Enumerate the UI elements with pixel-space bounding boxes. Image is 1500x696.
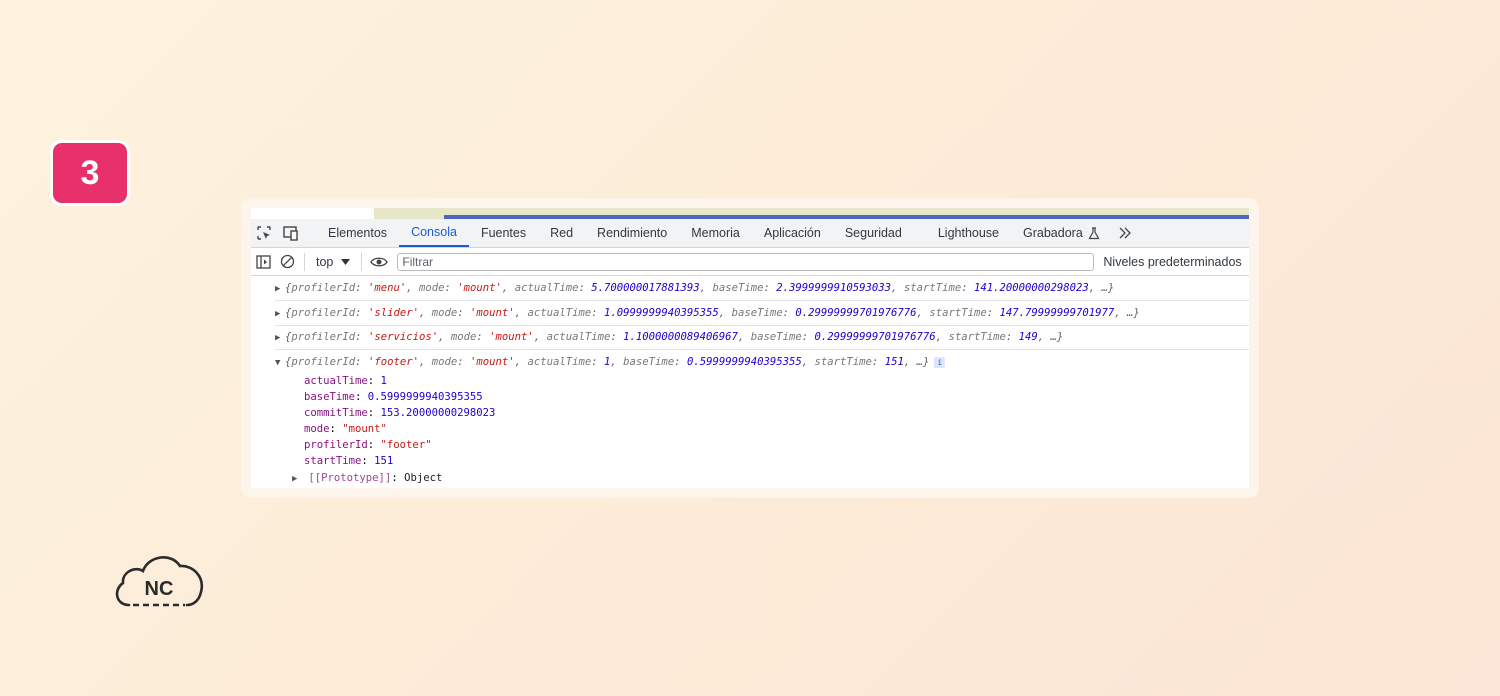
log-value: 1.0999999940395355 xyxy=(603,307,719,319)
sidebar-toggle-icon[interactable] xyxy=(251,248,275,275)
object-property: startTime: 151 xyxy=(304,455,394,467)
log-entry[interactable]: ▶ {profilerId: 'slider', mode: 'mount', a… xyxy=(275,301,1249,326)
info-icon[interactable]: i xyxy=(934,356,946,368)
dropdown-arrow-icon xyxy=(341,258,351,265)
object-property: commitTime: 153.20000000298023 xyxy=(304,407,496,419)
tab-memoria[interactable]: Memoria xyxy=(679,219,752,247)
log-value: 2.3999999910593033 xyxy=(776,282,892,294)
collapse-arrow-icon[interactable]: ▼ xyxy=(275,351,285,374)
log-value: 0.5999999940395355 xyxy=(686,356,802,368)
object-property: baseTime: 0.5999999940395355 xyxy=(304,391,483,403)
log-levels-dropdown[interactable]: Niveles predeterminados xyxy=(1103,255,1241,269)
toolbar-divider xyxy=(304,252,305,271)
log-value: 1.1000000089406967 xyxy=(623,331,738,343)
log-value: 'servicios' xyxy=(367,331,439,343)
log-entry-expanded[interactable]: ▼ {profilerId: 'footer', mode: 'mount', a… xyxy=(275,350,1249,374)
log-value: 1 xyxy=(603,356,611,368)
log-value: 5.700000017881393 xyxy=(591,282,700,294)
log-entry[interactable]: ▶ {profilerId: 'menu', mode: 'mount', act… xyxy=(275,276,1249,301)
nc-cloud-logo: NC xyxy=(113,552,205,610)
devtools-tabbar: Elementos Consola Fuentes Red Rendimient… xyxy=(251,219,1249,248)
log-value: 'menu' xyxy=(367,282,407,294)
filter-input[interactable] xyxy=(397,252,1095,271)
tab-consola[interactable]: Consola xyxy=(399,219,469,247)
toolbar-divider xyxy=(361,252,363,271)
object-property: mode: "mount" xyxy=(304,423,387,435)
log-value: 'mount' xyxy=(470,307,515,319)
log-value: 'footer' xyxy=(367,356,419,368)
context-value: top xyxy=(316,254,334,269)
console-output: ▶ {profilerId: 'menu', mode: 'mount', act… xyxy=(251,276,1249,488)
log-value: 0.29999999701976776 xyxy=(814,331,936,343)
inspect-element-icon[interactable] xyxy=(251,219,277,247)
console-toolbar: top Niveles predeterminados xyxy=(251,248,1249,276)
flask-icon xyxy=(1088,226,1100,239)
expand-arrow-icon[interactable]: ▶ xyxy=(275,326,285,349)
object-property: actualTime: 1 xyxy=(304,375,387,387)
log-value: 'mount' xyxy=(489,331,534,343)
log-value: 'mount' xyxy=(470,356,515,368)
expand-arrow-icon[interactable]: ▶ xyxy=(275,277,285,300)
expand-arrow-icon[interactable]: ▶ xyxy=(275,302,285,325)
tab-fuentes[interactable]: Fuentes xyxy=(469,219,538,247)
log-value: 'slider' xyxy=(367,307,419,319)
tab-grabadora[interactable]: Grabadora xyxy=(1011,219,1112,247)
step-badge: 3 xyxy=(50,140,130,206)
tab-aplicacion[interactable]: Aplicación xyxy=(752,219,833,247)
expand-arrow-icon[interactable]: ▶ xyxy=(292,471,302,487)
tab-elementos[interactable]: Elementos xyxy=(316,219,399,247)
device-toolbar-icon[interactable] xyxy=(277,219,303,247)
tab-grabadora-label: Grabadora xyxy=(1023,226,1083,240)
prototype-entry[interactable]: ▶ [[Prototype]]: Object xyxy=(292,470,442,487)
tab-rendimiento[interactable]: Rendimiento xyxy=(585,219,679,247)
logo-text: NC xyxy=(145,578,174,600)
devtools-panel: Elementos Consola Fuentes Red Rendimient… xyxy=(251,208,1249,488)
log-value: 'mount' xyxy=(457,282,502,294)
step-number: 3 xyxy=(53,143,127,203)
tab-lighthouse[interactable]: Lighthouse xyxy=(926,219,1011,247)
clear-console-icon[interactable] xyxy=(275,248,299,275)
log-value: 147.79999999701977 xyxy=(999,307,1115,319)
log-value: 0.29999999701976776 xyxy=(795,307,917,319)
more-tabs-icon[interactable] xyxy=(1112,219,1138,247)
object-property: profilerId: "footer" xyxy=(304,439,432,451)
tab-seguridad[interactable]: Seguridad xyxy=(833,219,914,247)
context-selector[interactable]: top xyxy=(310,255,356,269)
log-value: 151 xyxy=(884,356,904,368)
tab-red[interactable]: Red xyxy=(538,219,585,247)
page-load-strip xyxy=(374,208,1249,219)
log-entry[interactable]: ▶ {profilerId: 'servicios', mode: 'mount'… xyxy=(275,325,1249,350)
log-value: 141.20000000298023 xyxy=(973,282,1089,294)
live-expression-eye-icon[interactable] xyxy=(367,248,391,275)
log-value: 149 xyxy=(1018,331,1038,343)
